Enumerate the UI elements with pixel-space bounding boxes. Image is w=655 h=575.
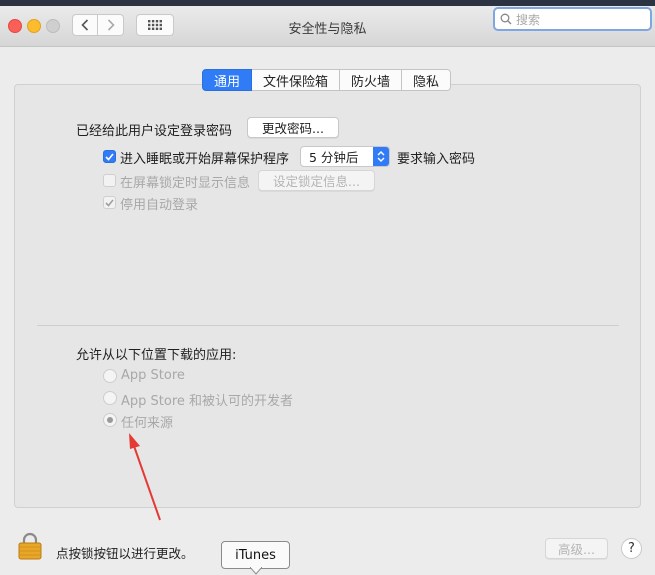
tab-filevault[interactable]: 文件保险箱 <box>252 69 341 91</box>
checkmark-icon <box>105 198 114 207</box>
section-divider <box>37 325 619 326</box>
radio-app-store-label: App Store <box>121 368 185 383</box>
tab-bar: 通用 文件保险箱 防火墙 隐私 <box>202 69 452 91</box>
password-delay-popup[interactable]: 5 分钟后 <box>300 146 390 167</box>
radio-selected-dot <box>107 417 113 423</box>
downloads-heading: 允许从以下位置下载的应用: <box>76 348 237 363</box>
search-icon <box>500 13 512 25</box>
disable-autologin-checkbox[interactable] <box>103 196 116 209</box>
lock-icon[interactable] <box>18 532 42 560</box>
radio-app-store[interactable] <box>103 369 117 383</box>
change-password-button[interactable]: 更改密码... <box>247 117 339 138</box>
tooltip-tail <box>250 567 262 575</box>
checkmark-icon <box>105 152 114 161</box>
password-delay-value: 5 分钟后 <box>309 150 359 165</box>
radio-anywhere-label: 任何来源 <box>121 416 174 431</box>
show-message-label: 在屏幕锁定时显示信息 <box>120 176 251 191</box>
tab-firewall[interactable]: 防火墙 <box>340 69 403 91</box>
require-password-label: 进入睡眠或开始屏幕保护程序 <box>120 152 290 167</box>
itunes-tooltip: iTunes <box>221 541 290 569</box>
updown-arrows-icon <box>373 147 389 166</box>
lock-hint-text: 点按锁按钮以进行更改。 <box>56 546 194 561</box>
radio-anywhere[interactable] <box>103 413 117 427</box>
radio-identified-developers[interactable] <box>103 391 117 405</box>
advanced-button[interactable]: 高级... <box>545 538 608 559</box>
require-password-checkbox[interactable] <box>103 150 116 163</box>
tab-general[interactable]: 通用 <box>202 69 253 91</box>
search-field[interactable]: 搜索 <box>493 7 652 31</box>
login-password-label: 已经给此用户设定登录密码 <box>76 124 233 139</box>
show-message-checkbox[interactable] <box>103 174 116 187</box>
set-lock-message-button[interactable]: 设定锁定信息... <box>258 170 375 191</box>
search-placeholder: 搜索 <box>516 12 541 27</box>
require-password-suffix: 要求输入密码 <box>397 152 476 167</box>
radio-identified-developers-label: App Store 和被认可的开发者 <box>121 394 294 409</box>
disable-autologin-label: 停用自动登录 <box>120 198 199 213</box>
tab-privacy[interactable]: 隐私 <box>402 69 452 91</box>
help-button[interactable]: ? <box>621 538 642 559</box>
annotation-arrow <box>129 433 161 521</box>
